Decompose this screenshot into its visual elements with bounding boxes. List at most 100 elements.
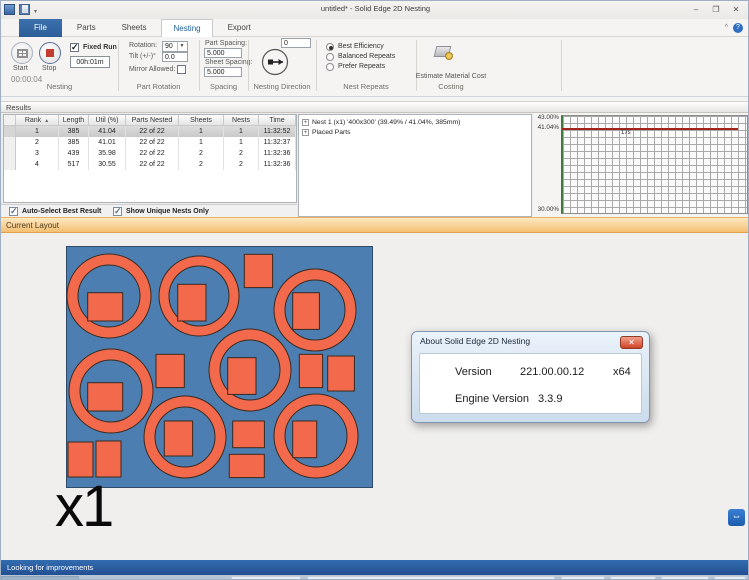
costing-group-label: Costing	[416, 82, 486, 91]
chevron-down-icon[interactable]: ▼	[177, 42, 186, 51]
column-header-rank[interactable]: Rank▲	[16, 115, 59, 125]
start-label: Start	[13, 65, 28, 72]
version-label: Version	[455, 366, 492, 378]
radio-best-efficiency[interactable]: Best Efficiency	[326, 42, 395, 51]
table-row[interactable]: 138541.0422 of 221111:32:52	[4, 126, 296, 137]
table-row[interactable]: 451730.5522 of 222211:32:36	[4, 159, 296, 170]
tree-item-placed-parts[interactable]: +Placed Parts	[302, 127, 531, 137]
tree-expand-icon[interactable]: +	[302, 119, 309, 126]
layout-view: x1 About Solid Edge 2D Nesting ✕ Version…	[1, 233, 749, 560]
nesting-direction-group-label: Nesting Direction	[248, 82, 316, 91]
estimate-material-cost-icon[interactable]	[434, 44, 454, 60]
ribbon-tabs: FilePartsSheetsNesting Export	[19, 19, 266, 37]
radio-label: Prefer Repeats	[338, 63, 385, 70]
nesting-group-label: Nesting	[1, 82, 118, 91]
nesting-direction-icon[interactable]	[261, 48, 289, 76]
start-button[interactable]	[11, 42, 33, 64]
status-bar: Looking for improvements	[1, 560, 749, 575]
stop-label: Stop	[42, 65, 56, 72]
mirror-label: Mirror Allowed:	[129, 66, 175, 73]
results-panel: Rank▲LengthUtil (%)Parts NestedSheetsNes…	[1, 113, 749, 217]
fixed-run-label: Fixed Run	[83, 44, 117, 51]
checkbox-label: Auto-Select Best Result	[22, 208, 101, 215]
nest-repeats-options: Best Efficiency Balanced Repeats Prefer Re…	[326, 42, 395, 72]
current-layout-header: Current Layout	[1, 217, 749, 233]
column-header-util[interactable]: Util (%)	[89, 115, 126, 125]
teamviewer-icon[interactable]: ⇔	[728, 509, 745, 526]
results-table-header[interactable]: Rank▲LengthUtil (%)Parts NestedSheetsNes…	[4, 115, 296, 126]
radio-prefer-repeats[interactable]: Prefer Repeats	[326, 62, 395, 71]
about-dialog: About Solid Edge 2D Nesting ✕ Version 22…	[411, 331, 650, 423]
tab-sheets[interactable]: Sheets	[111, 19, 158, 37]
radio-icon	[326, 63, 334, 71]
collapse-ribbon-icon[interactable]: ^	[725, 24, 728, 31]
radio-label: Balanced Repeats	[338, 53, 395, 60]
chart-utilization-line	[562, 128, 738, 130]
about-dialog-close-button[interactable]: ✕	[620, 336, 643, 349]
ribbon: Start Stop 00:00:04 Fixed Run 00h:01m Ne…	[1, 37, 749, 97]
tree-item-nest-1-x1-400x300-39[interactable]: +Nest 1 (x1) '400x300' (39.49% / 41.04%,…	[302, 117, 531, 127]
tilt-label: Tilt (+/-)°	[129, 53, 156, 60]
tree-expand-icon[interactable]: +	[302, 129, 309, 136]
utilization-chart: 43.00% 41.04% 30.00% 17s	[533, 113, 749, 217]
run-time-input[interactable]: 00h:01m	[70, 56, 110, 68]
stop-button[interactable]	[39, 42, 61, 64]
tree-item-label: Placed Parts	[312, 129, 351, 136]
checkbox-show-unique-nests-only[interactable]: Show Unique Nests Only	[113, 207, 209, 216]
table-row[interactable]: 238541.0122 of 221111:32:37	[4, 137, 296, 148]
chart-ytick-top: 43.00%	[533, 114, 559, 121]
stop-icon	[46, 49, 54, 57]
sort-icon: ▲	[44, 118, 49, 124]
title-bar: ▾ untitled* - Solid Edge 2D Nesting – ❐ …	[1, 1, 749, 19]
part-spacing-input[interactable]: 5.000	[204, 48, 242, 58]
results-table-rows: 138541.0422 of 221111:32:52238541.0122 o…	[4, 126, 296, 170]
tab-nesting[interactable]: Nesting	[161, 19, 212, 37]
radio-balanced-repeats[interactable]: Balanced Repeats	[326, 52, 395, 61]
app-window: ▾ untitled* - Solid Edge 2D Nesting – ❐ …	[0, 0, 749, 580]
radio-label: Best Efficiency	[338, 43, 384, 50]
column-header-parts-nested[interactable]: Parts Nested	[126, 115, 179, 125]
about-dialog-body: Version 221.00.00.12 x64 Engine Version …	[419, 353, 642, 414]
tab-parts[interactable]: Parts	[66, 19, 107, 37]
nest-tree: +Nest 1 (x1) '400x300' (39.49% / 41.04%,…	[298, 114, 532, 217]
column-header-nests[interactable]: Nests	[224, 115, 259, 125]
tilt-input[interactable]: 0.0	[162, 52, 188, 62]
rotation-label: Rotation:	[129, 42, 157, 49]
results-options-row: Auto-Select Best Result Show Unique Nests…	[1, 204, 297, 217]
tab-file[interactable]: File	[19, 19, 62, 37]
radio-icon	[326, 53, 334, 61]
column-header-sheets[interactable]: Sheets	[179, 115, 224, 125]
mirror-allowed-checkbox[interactable]	[177, 65, 186, 74]
results-panel-header: Results	[1, 101, 749, 113]
close-button[interactable]: ✕	[728, 3, 744, 16]
fixed-run-checkbox[interactable]	[70, 43, 79, 52]
chart-time-annotation: 17s	[621, 130, 631, 136]
about-dialog-title: About Solid Edge 2D Nesting	[420, 336, 530, 346]
table-row[interactable]: 343935.9822 of 222211:32:36	[4, 148, 296, 159]
checkbox-icon	[9, 207, 18, 216]
engine-version-value: 3.3.9	[538, 393, 562, 405]
help-icon[interactable]: ?	[733, 23, 743, 33]
window-title: untitled* - Solid Edge 2D Nesting	[1, 4, 749, 13]
minimize-button[interactable]: –	[688, 3, 704, 16]
version-value: 221.00.00.12	[520, 366, 584, 378]
part-rotation-group-label: Part Rotation	[118, 82, 199, 91]
sheet-spacing-label: Sheet Spacing:	[205, 59, 252, 66]
results-table: Rank▲LengthUtil (%)Parts NestedSheetsNes…	[3, 114, 297, 203]
tab-export[interactable]: Export	[217, 19, 262, 37]
chart-ytick-current: 41.04%	[533, 124, 559, 131]
sheet-spacing-input[interactable]: 5.000	[204, 67, 242, 77]
chart-ytick-bottom: 30.00%	[533, 206, 559, 213]
rotation-combo[interactable]: 90▼	[162, 41, 188, 52]
checkbox-auto-select-best-result[interactable]: Auto-Select Best Result	[9, 207, 101, 216]
estimate-material-cost-button[interactable]: Estimate Material Cost	[415, 73, 487, 80]
tree-item-label: Nest 1 (x1) '400x300' (39.49% / 41.04%, …	[312, 119, 460, 126]
direction-angle-input[interactable]: 0	[281, 38, 311, 48]
column-header-time[interactable]: Time	[259, 115, 296, 125]
column-header-length[interactable]: Length	[59, 115, 89, 125]
checkbox-icon	[113, 207, 122, 216]
restore-button[interactable]: ❐	[708, 3, 724, 16]
nest-sheet-svg[interactable]	[66, 246, 373, 488]
part-spacing-label: Part Spacing:	[205, 40, 247, 47]
architecture-value: x64	[613, 366, 631, 378]
